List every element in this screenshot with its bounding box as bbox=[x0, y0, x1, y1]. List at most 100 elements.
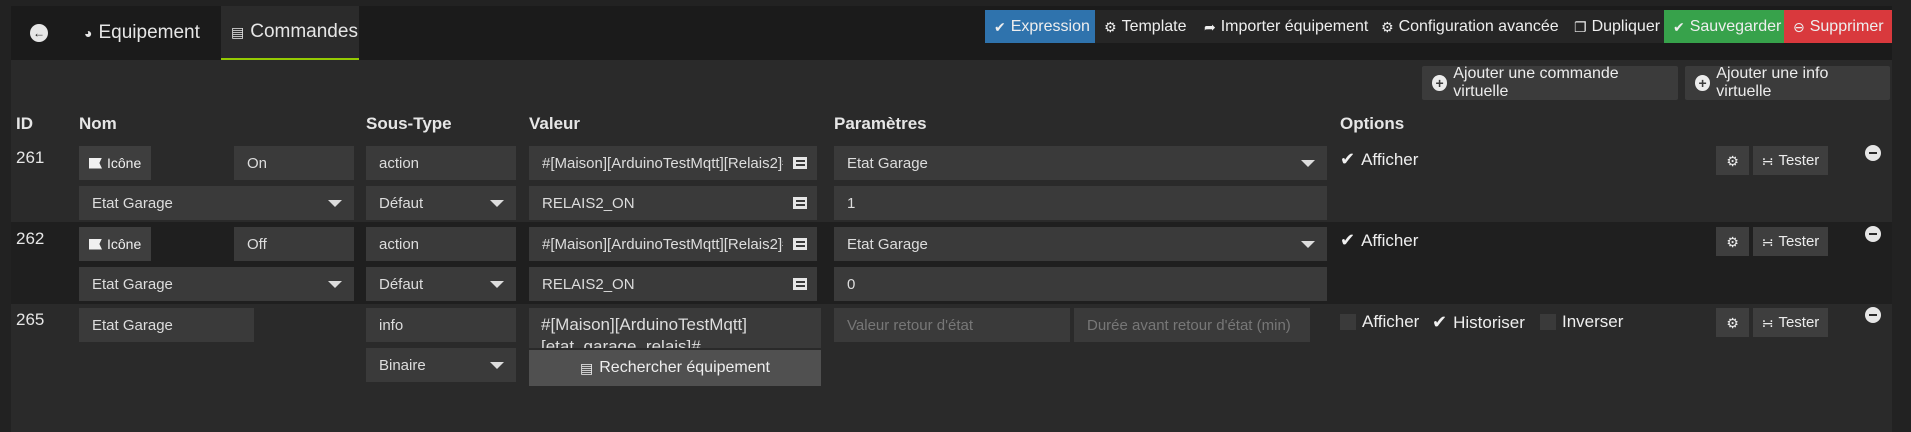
info-name-input[interactable]: Etat Garage bbox=[79, 308, 254, 342]
header-name: Nom bbox=[79, 114, 117, 133]
delete-button[interactable]: ⊖ Supprimer bbox=[1784, 10, 1892, 43]
icon-picker-button[interactable]: Icône bbox=[79, 146, 152, 180]
copy-icon: ❐ bbox=[1574, 18, 1587, 35]
checkmark-icon: ✔ bbox=[1340, 230, 1356, 250]
cogs-icon: ⚙ bbox=[1726, 152, 1739, 169]
add-command-label: Ajouter une commande virtuelle bbox=[1453, 65, 1619, 100]
value-line-1: #[Maison][ArduinoTestMqtt] bbox=[541, 315, 747, 334]
linked-info-select[interactable]: Etat Garage bbox=[79, 267, 354, 301]
list-alt-icon bbox=[793, 278, 807, 290]
config-cogs-button[interactable]: ⚙ bbox=[1716, 146, 1749, 175]
icon-button-label: Icône bbox=[107, 155, 142, 171]
value2-list-button[interactable] bbox=[783, 267, 817, 301]
show-checkbox[interactable]: ✔ Afficher bbox=[1340, 149, 1418, 170]
config-label: Configuration avancée bbox=[1398, 17, 1559, 35]
subtype-select[interactable]: Défaut bbox=[366, 186, 516, 220]
arrow-left-icon: ← bbox=[30, 24, 48, 42]
add-virtual-info-button[interactable]: + Ajouter une info virtuelle bbox=[1685, 65, 1890, 100]
show-checkbox[interactable]: Afficher bbox=[1340, 312, 1419, 332]
return-value-input[interactable]: Valeur retour d'état bbox=[834, 308, 1070, 342]
row-id: 262 bbox=[16, 229, 45, 248]
list-icon: ▤ bbox=[231, 24, 245, 40]
remove-row-icon[interactable] bbox=[1865, 226, 1881, 242]
test-label: Tester bbox=[1778, 152, 1820, 169]
command-name-input[interactable]: On bbox=[234, 146, 354, 180]
save-button[interactable]: ✔ Sauvegarder bbox=[1664, 10, 1784, 43]
show-checkbox[interactable]: ✔ Afficher bbox=[1340, 230, 1418, 251]
config-cogs-button[interactable]: ⚙ bbox=[1716, 308, 1749, 337]
list-alt-icon bbox=[793, 157, 807, 169]
minus-circle-icon: ⊖ bbox=[1793, 18, 1805, 35]
param-select[interactable]: Etat Garage bbox=[834, 146, 1327, 180]
config-cogs-button[interactable]: ⚙ bbox=[1716, 227, 1749, 256]
param-value-input[interactable]: 0 bbox=[834, 267, 1327, 301]
template-label: Template bbox=[1121, 17, 1187, 35]
subtype-select[interactable]: Défaut bbox=[366, 267, 516, 301]
tab-commandes-label: Commandes bbox=[250, 21, 358, 42]
template-button[interactable]: ⚙ Template bbox=[1095, 10, 1196, 43]
show-label: Afficher bbox=[1361, 230, 1419, 250]
value-list-button[interactable] bbox=[783, 146, 817, 180]
type-field: action bbox=[366, 146, 516, 180]
row-id: 265 bbox=[16, 310, 45, 329]
checkmark-icon: ✔ bbox=[1340, 149, 1356, 169]
cogs-icon: ⚙ bbox=[1381, 18, 1394, 35]
command-name-input[interactable]: Off bbox=[234, 227, 354, 261]
search-equipment-button[interactable]: ▤ Rechercher équipement bbox=[529, 350, 821, 386]
value-input[interactable]: #[Maison][ArduinoTestMqtt][Relais2]# bbox=[529, 146, 783, 180]
header-params: Paramètres bbox=[834, 114, 927, 133]
historize-label: Historiser bbox=[1453, 312, 1525, 332]
list-alt-icon bbox=[793, 197, 807, 209]
back-button[interactable]: ← bbox=[11, 6, 67, 60]
test-button[interactable]: ∺ Tester bbox=[1753, 308, 1828, 337]
expression-button[interactable]: ✔ Expression bbox=[985, 10, 1095, 43]
invert-label: Inverser bbox=[1562, 312, 1624, 331]
search-label: Rechercher équipement bbox=[599, 359, 770, 376]
advanced-config-button[interactable]: ⚙ Configuration avancée bbox=[1372, 10, 1568, 43]
value-input[interactable]: #[Maison][ArduinoTestMqtt][Relais2]# bbox=[529, 227, 783, 261]
test-label: Tester bbox=[1778, 314, 1820, 331]
show-label: Afficher bbox=[1362, 312, 1420, 331]
value-textarea[interactable]: #[Maison][ArduinoTestMqtt] [etat_garage_… bbox=[529, 308, 821, 348]
duplicate-button[interactable]: ❐ Dupliquer bbox=[1565, 10, 1670, 43]
cubes-icon: ⚙ bbox=[1104, 18, 1117, 35]
invert-checkbox[interactable]: Inverser bbox=[1540, 312, 1623, 332]
icon-picker-button[interactable]: Icône bbox=[79, 227, 152, 261]
add-virtual-command-button[interactable]: + Ajouter une commande virtuelle bbox=[1422, 65, 1678, 100]
flag-icon bbox=[89, 238, 102, 250]
plus-circle-icon: + bbox=[1695, 75, 1711, 91]
icon-button-label: Icône bbox=[107, 236, 142, 252]
test-label: Tester bbox=[1778, 233, 1820, 250]
remove-row-icon[interactable] bbox=[1865, 145, 1881, 161]
subtype-select[interactable]: Binaire bbox=[366, 348, 516, 382]
save-label: Sauvegarder bbox=[1689, 17, 1782, 35]
param-value-input[interactable]: 1 bbox=[834, 186, 1327, 220]
historize-checkbox[interactable]: ✔ Historiser bbox=[1432, 312, 1525, 333]
plus-circle-icon: + bbox=[1432, 75, 1448, 91]
value2-input[interactable]: RELAIS2_ON bbox=[529, 267, 783, 301]
value2-list-button[interactable] bbox=[783, 186, 817, 220]
tab-equipement[interactable]: ◕ Equipement bbox=[74, 6, 210, 60]
type-field: info bbox=[366, 308, 516, 342]
param-select[interactable]: Etat Garage bbox=[834, 227, 1327, 261]
value-list-button[interactable] bbox=[783, 227, 817, 261]
linked-info-select[interactable]: Etat Garage bbox=[79, 186, 354, 220]
duplicate-label: Dupliquer bbox=[1591, 17, 1661, 35]
remove-row-icon[interactable] bbox=[1865, 307, 1881, 323]
type-field: action bbox=[366, 227, 516, 261]
delete-label: Supprimer bbox=[1809, 17, 1884, 35]
tab-equipement-label: Equipement bbox=[98, 22, 200, 43]
tab-commandes[interactable]: ▤ Commandes bbox=[221, 6, 359, 60]
test-button[interactable]: ∺ Tester bbox=[1753, 146, 1828, 175]
test-button[interactable]: ∺ Tester bbox=[1753, 227, 1828, 256]
import-equipment-button[interactable]: ➦ Importer équipement bbox=[1195, 10, 1378, 43]
add-info-label: Ajouter une info virtuelle bbox=[1716, 65, 1829, 100]
share-icon: ➦ bbox=[1204, 18, 1216, 35]
rss-icon: ∺ bbox=[1761, 152, 1774, 169]
show-label: Afficher bbox=[1361, 149, 1419, 169]
return-duration-input[interactable]: Durée avant retour d'état (min) bbox=[1074, 308, 1310, 342]
check-circle-icon: ✔ bbox=[1673, 18, 1685, 35]
check-icon: ✔ bbox=[994, 18, 1006, 35]
header-subtype: Sous-Type bbox=[366, 114, 452, 133]
value2-input[interactable]: RELAIS2_ON bbox=[529, 186, 783, 220]
